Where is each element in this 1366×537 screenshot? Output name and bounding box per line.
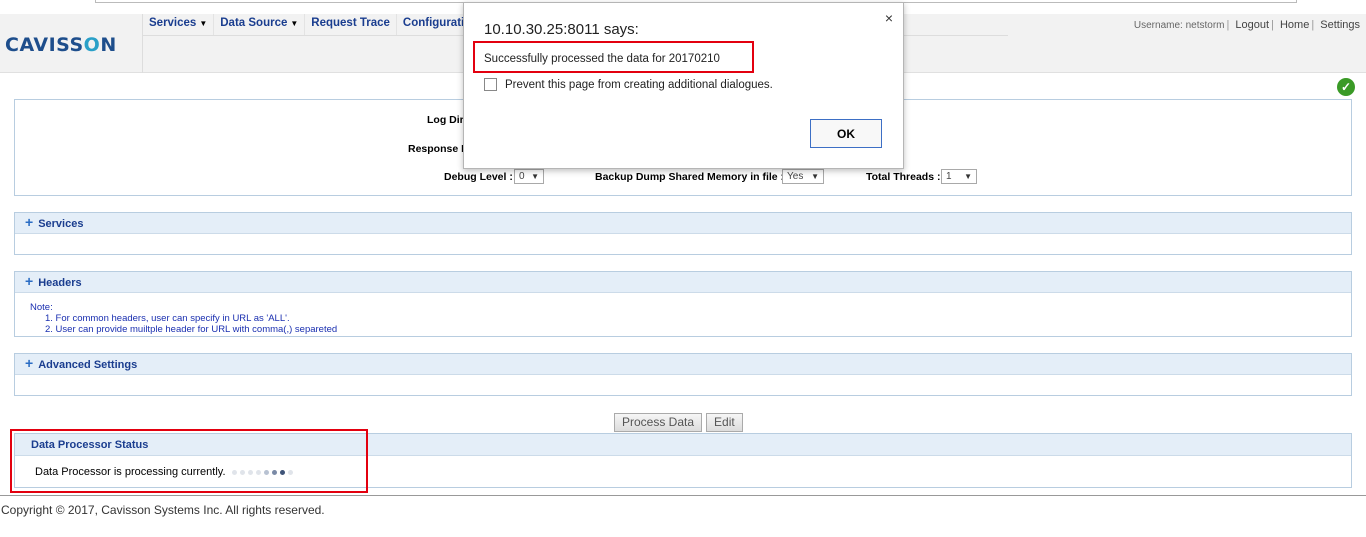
headers-section: + Headers Note: 1. For common headers, us… [14, 271, 1352, 337]
separator: | [1311, 19, 1315, 31]
headers-section-header[interactable]: + Headers [15, 272, 1351, 293]
dropdown-arrow-icon: ▼ [964, 172, 972, 181]
total-threads-label: Total Threads : [866, 171, 941, 183]
response-label: Response D [408, 143, 469, 155]
nav-request-trace[interactable]: Request Trace [305, 14, 397, 35]
headers-section-title: Headers [38, 277, 82, 289]
dialog-title: 10.10.30.25:8011 says: [484, 21, 639, 38]
cavisson-logo[interactable]: CAVISSON [5, 34, 117, 56]
nav-data-source[interactable]: Data Source ▼ [214, 14, 306, 35]
footer-divider [0, 495, 1366, 496]
ok-button[interactable]: OK [810, 119, 882, 148]
action-buttons: Process Data Edit [614, 413, 743, 432]
prevent-dialogs-label: Prevent this page from creating addition… [505, 78, 773, 91]
caret-down-icon: ▼ [290, 19, 299, 28]
message-highlight-box [473, 41, 754, 73]
dropdown-arrow-icon: ▼ [811, 172, 819, 181]
main-nav: Services ▼ Data Source ▼ Request Trace Con… [143, 14, 472, 35]
prevent-dialogs-option[interactable]: Prevent this page from creating addition… [484, 78, 773, 91]
nav-services-label: Services [149, 17, 197, 29]
nav-configuration[interactable]: Configurati [397, 14, 472, 35]
advanced-settings-title: Advanced Settings [38, 359, 138, 371]
debug-level-value: 0 [519, 171, 525, 182]
success-check-icon: ✓ [1337, 78, 1355, 96]
note-item-2: 2. User can provide muiltple header for … [45, 324, 338, 335]
user-bar: Username: netstorm | Logout | Home | Settin… [1134, 19, 1360, 31]
log-dir-label: Log Dir [427, 114, 464, 126]
plus-icon: + [25, 273, 34, 289]
close-icon[interactable]: × [885, 10, 893, 26]
services-section-header[interactable]: + Services [15, 213, 1351, 234]
logout-link[interactable]: Logout [1235, 19, 1269, 31]
advanced-settings-section-header[interactable]: + Advanced Settings [15, 354, 1351, 375]
home-link[interactable]: Home [1280, 19, 1309, 31]
debug-level-select[interactable]: 0 ▼ [514, 169, 544, 184]
backup-dump-label: Backup Dump Shared Memory in file : [595, 171, 785, 183]
total-threads-value: 1 [946, 171, 952, 182]
nav-data-source-label: Data Source [220, 17, 288, 29]
separator: | [1226, 19, 1230, 31]
plus-icon: + [25, 214, 34, 230]
services-section: + Services [14, 212, 1352, 255]
note-title: Note: [30, 302, 53, 313]
status-highlight-box [10, 429, 368, 493]
username-label: Username: netstorm [1133, 20, 1225, 31]
settings-link[interactable]: Settings [1320, 19, 1360, 31]
nav-configuration-label: Configurati [402, 17, 465, 29]
note-item-1: 1. For common headers, user can specify … [45, 313, 290, 324]
logo-text-end: N [100, 34, 117, 56]
separator: | [1271, 19, 1274, 31]
headers-note: Note: 1. For common headers, user can sp… [15, 293, 1351, 335]
alert-dialog: 10.10.30.25:8011 says: × Successfully pr… [463, 2, 904, 169]
caret-down-icon: ▼ [199, 19, 208, 28]
plus-icon: + [25, 355, 34, 371]
logo-text-start: CAVISS [5, 34, 84, 56]
nav-request-trace-label: Request Trace [311, 17, 390, 29]
process-data-button[interactable]: Process Data [614, 413, 703, 432]
backup-dump-select[interactable]: Yes ▼ [782, 169, 824, 184]
logo-area: CAVISSON [0, 14, 143, 73]
dropdown-arrow-icon: ▼ [531, 172, 539, 181]
backup-dump-value: Yes [787, 171, 804, 182]
total-threads-select[interactable]: 1 ▼ [941, 169, 977, 184]
nav-services[interactable]: Services ▼ [143, 14, 215, 35]
edit-button[interactable]: Edit [706, 413, 743, 432]
services-section-title: Services [38, 218, 84, 230]
advanced-settings-section: + Advanced Settings [14, 353, 1352, 396]
debug-level-label: Debug Level : [444, 171, 513, 183]
logo-o-icon: O [83, 34, 101, 56]
prevent-dialogs-checkbox[interactable] [484, 78, 497, 91]
copyright-footer: Copyright © 2017, Cavisson Systems Inc. … [1, 503, 325, 517]
